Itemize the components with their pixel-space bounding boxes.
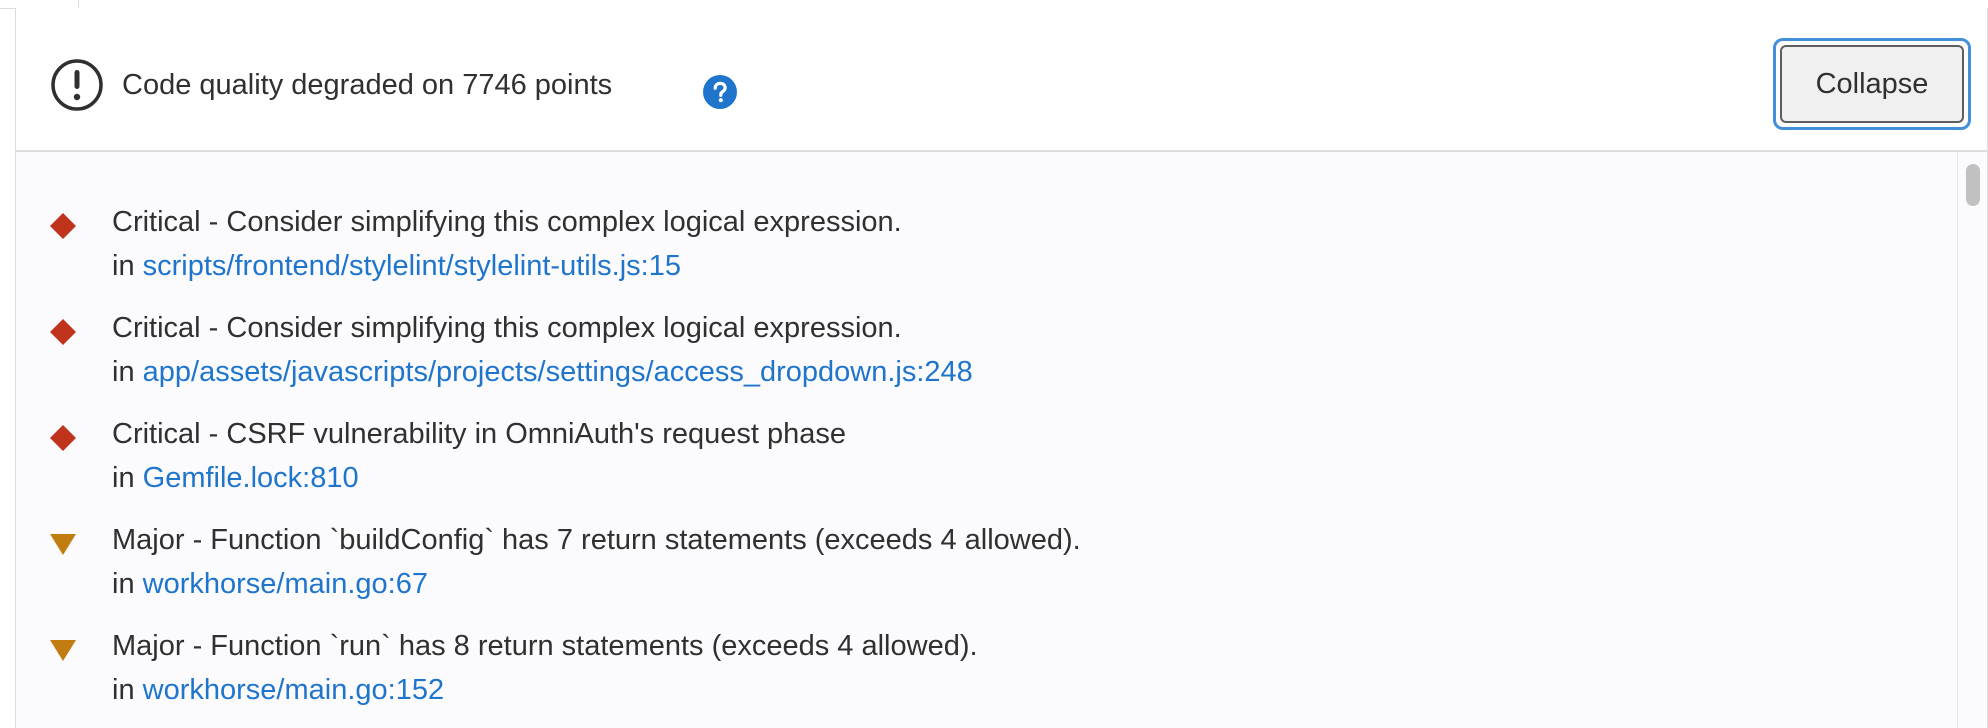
issue-description: Major - Function `run` has 8 return stat…: [112, 630, 978, 662]
collapse-button-label: Collapse: [1780, 45, 1964, 123]
issue-location: in Gemfile.lock:810: [112, 459, 359, 497]
diamond-icon: [50, 425, 76, 451]
issue-location: in scripts/frontend/stylelint/stylelint-…: [112, 247, 681, 285]
issue-description: Critical - Consider simplifying this com…: [112, 312, 902, 344]
issues-list: Critical - Consider simplifying this com…: [16, 152, 1987, 728]
issue-description: Critical - CSRF vulnerability in OmniAut…: [112, 418, 847, 450]
issue-location: in workhorse/main.go:67: [112, 565, 428, 603]
question-circle-icon[interactable]: [702, 74, 738, 110]
issue-location-prefix: in: [112, 356, 135, 388]
list-item: Major - Function `run` has 8 return stat…: [16, 627, 1946, 727]
scrollbar-thumb[interactable]: [1966, 164, 1980, 206]
list-item: Major - Function `buildConfig` has 7 ret…: [16, 521, 1946, 621]
issue-location-prefix: in: [112, 250, 135, 282]
exclamation-circle-icon: [51, 59, 103, 111]
list-item: Critical - Consider simplifying this com…: [16, 203, 1946, 303]
triangle-down-icon: [50, 534, 76, 555]
triangle-down-icon: [50, 640, 76, 661]
collapse-button[interactable]: Collapse: [1773, 38, 1971, 130]
issue-location: in workhorse/main.go:152: [112, 671, 444, 709]
diamond-icon: [50, 319, 76, 345]
issue-location-prefix: in: [112, 568, 135, 600]
code-quality-widget: Code quality degraded on 7746 points Col…: [15, 8, 1988, 728]
scrollbar[interactable]: [1957, 152, 1987, 728]
issue-location: in app/assets/javascripts/projects/setti…: [112, 353, 973, 391]
issue-file-link[interactable]: workhorse/main.go:152: [143, 674, 444, 706]
issue-description: Critical - Consider simplifying this com…: [112, 206, 902, 238]
divider: [78, 0, 79, 8]
list-item: Critical - Consider simplifying this com…: [16, 309, 1946, 409]
issue-file-link[interactable]: Gemfile.lock:810: [143, 462, 359, 494]
list-item: Critical - CSRF vulnerability in OmniAut…: [16, 415, 1946, 515]
widget-header: Code quality degraded on 7746 points Col…: [16, 8, 1987, 152]
issue-description: Major - Function `buildConfig` has 7 ret…: [112, 524, 1081, 556]
issue-file-link[interactable]: scripts/frontend/stylelint/stylelint-uti…: [143, 250, 681, 282]
issue-file-link[interactable]: workhorse/main.go:67: [143, 568, 428, 600]
issue-location-prefix: in: [112, 674, 135, 706]
issue-file-link[interactable]: app/assets/javascripts/projects/settings…: [143, 356, 973, 388]
summary-text: Code quality degraded on 7746 points: [122, 69, 613, 101]
diamond-icon: [50, 213, 76, 239]
issue-location-prefix: in: [112, 462, 135, 494]
